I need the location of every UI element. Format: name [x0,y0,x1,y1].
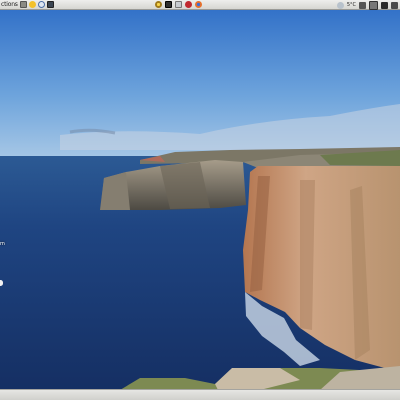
redhat-icon[interactable] [185,1,192,8]
network-icon[interactable] [175,1,182,8]
actions-menu[interactable]: ctions [0,1,18,8]
desktop: ctions 5°C m [0,0,400,400]
system-tray: 5°C [336,0,398,10]
keyboard-icon[interactable] [369,0,378,10]
top-panel: ctions 5°C [0,0,400,10]
search-icon[interactable] [37,1,45,8]
terminal-icon[interactable] [165,1,172,8]
monitor-icon[interactable] [46,1,54,8]
favorites-star-icon[interactable] [28,1,36,8]
temperature-readout[interactable]: 5°C [347,2,356,8]
network-status-icon[interactable] [391,1,398,9]
chromium-icon[interactable] [155,1,162,8]
firefox-icon[interactable] [195,1,202,8]
bottom-panel [0,389,400,400]
power-icon[interactable] [381,1,388,9]
weather-icon[interactable] [336,1,344,9]
volume-icon[interactable] [359,1,366,9]
file-manager-icon[interactable] [19,1,27,8]
app-launchers [155,1,202,8]
desktop-icon-label[interactable]: m [0,241,5,247]
wallpaper-sea-cliffs [0,0,400,390]
